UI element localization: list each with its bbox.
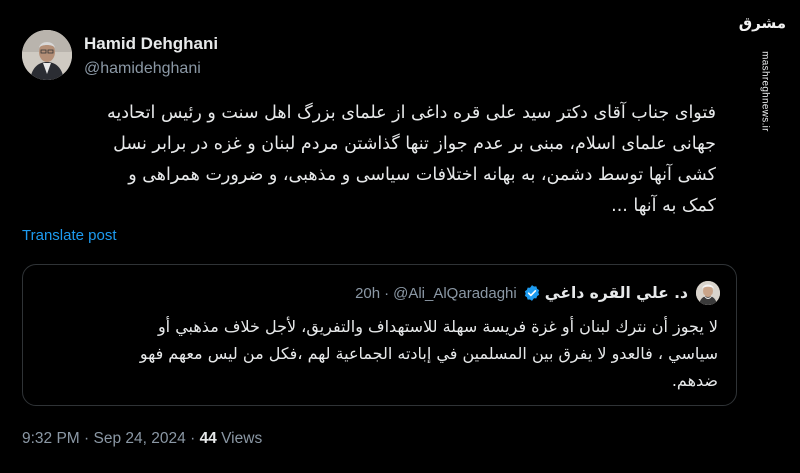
views-count[interactable]: 44 [200, 430, 217, 447]
watermark-url: mashreghnews.ir [759, 51, 771, 132]
meta-separator: · [190, 430, 196, 447]
quoted-separator: · [384, 284, 390, 302]
quoted-author-name[interactable]: د. علي القره داغي [545, 284, 688, 302]
author-photo-icon [22, 30, 72, 80]
quoted-author-photo-icon [696, 281, 720, 305]
quoted-author-handle[interactable]: @Ali_AlQaradaghi [393, 285, 517, 302]
quoted-author-avatar[interactable] [696, 281, 720, 305]
quoted-tweet-header: د. علي القره داغي @Ali_AlQaradaghi · 20h [23, 279, 736, 307]
watermark-logo: مشرق [738, 14, 786, 32]
verified-badge-icon [524, 285, 539, 301]
quoted-timestamp[interactable]: 20h [355, 285, 380, 302]
author-handle[interactable]: @hamidehghani [84, 60, 201, 78]
quoted-tweet[interactable]: د. علي القره داغي @Ali_AlQaradaghi · 20h… [22, 264, 737, 406]
tweet-meta: 9:32 PM · Sep 24, 2024 · 44 Views [22, 430, 262, 448]
translate-post-link[interactable]: Translate post [22, 227, 117, 244]
views-label: Views [221, 430, 263, 447]
watermark: مشرق mashreghnews.ir [730, 14, 788, 132]
author-name[interactable]: Hamid Dehghani [84, 34, 218, 54]
quoted-tweet-text: لا يجوز أن نترك لبنان أو غزة فريسة سهلة … [139, 317, 718, 390]
tweet-time[interactable]: 9:32 PM [22, 430, 80, 447]
meta-separator: · [84, 430, 90, 447]
author-avatar[interactable] [22, 30, 72, 80]
tweet-date[interactable]: Sep 24, 2024 [94, 430, 186, 447]
tweet-text: فتوای جناب آقای دکتر سید علی قره داغی از… [106, 103, 716, 216]
